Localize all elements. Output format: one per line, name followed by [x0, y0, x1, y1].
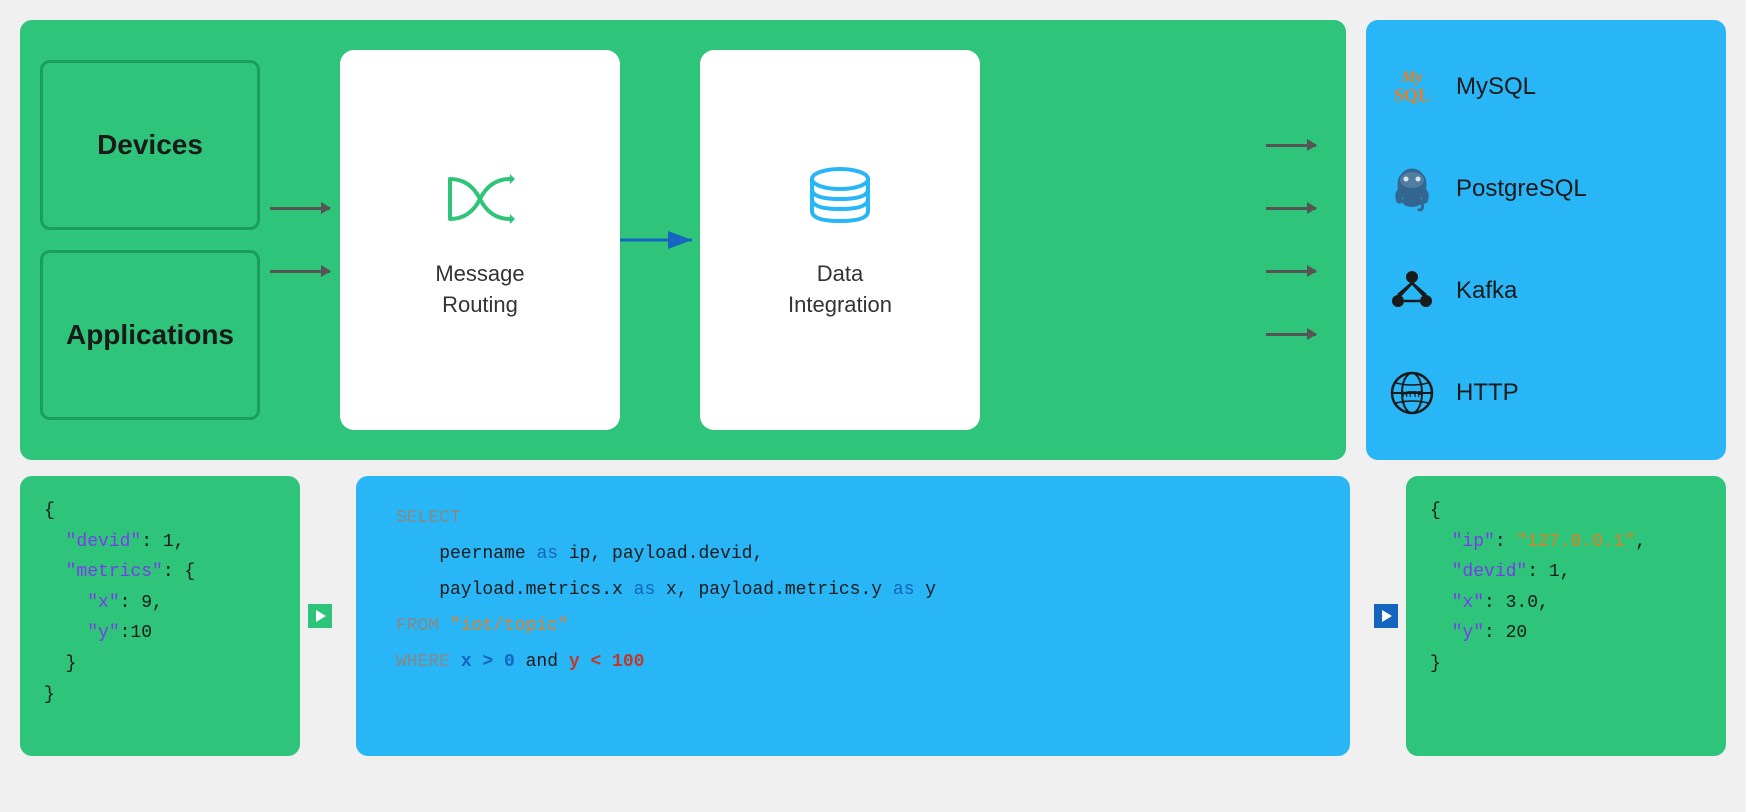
- sql-box: SELECT peername as ip, payload.devid, pa…: [356, 476, 1350, 756]
- out-y: "y": 20: [1430, 618, 1702, 649]
- cards-wrapper: MessageRouting: [340, 50, 1256, 430]
- http-icon: HTTP: [1386, 367, 1438, 419]
- bottom-left-arrow: [300, 476, 340, 756]
- sql-select: SELECT: [396, 500, 1310, 536]
- json-y: "y":10: [44, 618, 276, 649]
- bottom-section: { "devid": 1, "metrics": { "x": 9, "y":1…: [20, 476, 1726, 756]
- out-devid: "devid": 1,: [1430, 557, 1702, 588]
- sql-from: FROM "iot/topic": [396, 608, 1310, 644]
- mid-arrow-svg: [620, 225, 700, 255]
- mysql-item: My SQL MySQL: [1386, 61, 1706, 113]
- http-item: HTTP HTTP: [1386, 367, 1706, 419]
- out-brace-close: }: [1430, 649, 1702, 680]
- bottom-right-arrow: [1366, 476, 1406, 756]
- mysql-icon: My SQL: [1386, 61, 1438, 113]
- http-label: HTTP: [1456, 379, 1519, 407]
- data-integration-label: DataIntegration: [788, 259, 892, 321]
- data-integration-card: DataIntegration: [700, 50, 980, 430]
- between-arrow: [620, 225, 700, 255]
- input-json-box: { "devid": 1, "metrics": { "x": 9, "y":1…: [20, 476, 300, 756]
- green-outer-container: Devices Applications: [20, 20, 1346, 460]
- json-x: "x": 9,: [44, 588, 276, 619]
- right-db-panel: My SQL MySQL: [1366, 20, 1726, 460]
- applications-label: Applications: [66, 319, 234, 351]
- kafka-item: Kafka: [1386, 265, 1706, 317]
- http-connector: [1266, 333, 1316, 336]
- left-arrows: [270, 207, 330, 273]
- postgresql-icon: [1386, 163, 1438, 215]
- devices-label: Devices: [97, 129, 203, 161]
- left-inputs: Devices Applications: [40, 60, 260, 420]
- kafka-label: Kafka: [1456, 277, 1517, 305]
- mysql-label: MySQL: [1456, 73, 1536, 101]
- applications-arrow: [270, 270, 330, 273]
- message-routing-label: MessageRouting: [435, 259, 524, 321]
- sql-line2: payload.metrics.x as x, payload.metrics.…: [396, 572, 1310, 608]
- sql-where: WHERE x > 0 and y < 100: [396, 644, 1310, 680]
- json-devid: "devid": 1,: [44, 527, 276, 558]
- mysql-connector: [1266, 144, 1316, 147]
- sql-content: SELECT peername as ip, payload.devid, pa…: [396, 500, 1310, 680]
- shuffle-icon: [440, 159, 520, 239]
- json-brace-close: }: [44, 680, 276, 711]
- svg-text:HTTP: HTTP: [1402, 390, 1424, 399]
- layers-icon: [800, 159, 880, 239]
- green-arrow-right: [308, 604, 332, 628]
- json-brace-open: {: [44, 496, 276, 527]
- right-connectors: [1266, 144, 1316, 336]
- json-metrics-close: }: [44, 649, 276, 680]
- postgresql-item: PostgreSQL: [1386, 163, 1706, 215]
- blue-arrow-right: [1374, 604, 1398, 628]
- out-brace-open: {: [1430, 496, 1702, 527]
- postgresql-connector: [1266, 207, 1316, 210]
- kafka-icon: [1386, 265, 1438, 317]
- applications-box: Applications: [40, 250, 260, 420]
- json-metrics: "metrics": {: [44, 557, 276, 588]
- out-x: "x": 3.0,: [1430, 588, 1702, 619]
- devices-box: Devices: [40, 60, 260, 230]
- out-ip: "ip": "127.0.0.1",: [1430, 527, 1702, 558]
- output-json-content: { "ip": "127.0.0.1", "devid": 1, "x": 3.…: [1430, 496, 1702, 680]
- top-section: Devices Applications: [20, 20, 1726, 460]
- kafka-connector: [1266, 270, 1316, 273]
- devices-arrow: [270, 207, 330, 210]
- postgresql-label: PostgreSQL: [1456, 175, 1587, 203]
- input-json-content: { "devid": 1, "metrics": { "x": 9, "y":1…: [44, 496, 276, 710]
- sql-line1: peername as ip, payload.devid,: [396, 536, 1310, 572]
- output-json-box: { "ip": "127.0.0.1", "devid": 1, "x": 3.…: [1406, 476, 1726, 756]
- message-routing-card: MessageRouting: [340, 50, 620, 430]
